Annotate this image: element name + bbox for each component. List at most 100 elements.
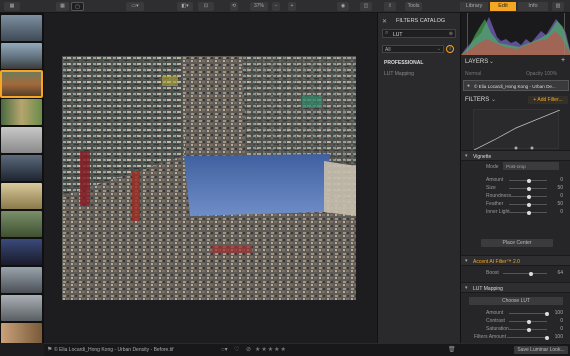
boost-value: 64	[557, 270, 563, 276]
slider-label: Feather	[486, 201, 504, 207]
filters-amount-label: Filters Amount	[474, 334, 506, 340]
star-rating[interactable]: ★★★★★	[255, 346, 287, 353]
layer-visibility-icon[interactable]: ●	[467, 83, 470, 89]
dropdown-value: All	[385, 47, 391, 53]
add-filter-button[interactable]: + Add Filter...	[528, 96, 568, 104]
layer-row[interactable]: ● © Elia Locardi_Hong Kong - Urban De...	[463, 80, 569, 91]
catalog-category-dropdown[interactable]: All ⌄	[382, 45, 444, 53]
filters-amount-slider[interactable]	[507, 335, 549, 340]
choose-lut-dropdown[interactable]: Choose LUT	[469, 297, 563, 305]
slider-label: Roundness	[486, 193, 512, 199]
catalog-item-lut-mapping[interactable]: LUT Mapping	[384, 71, 414, 77]
catalog-search-input[interactable]: ⌕ LUT ⊗	[382, 29, 456, 38]
slider-knob[interactable]	[527, 194, 531, 199]
info-icon[interactable]: i	[446, 45, 454, 53]
chevron-down-icon[interactable]: ⌄	[489, 58, 494, 65]
slider-track[interactable]	[509, 327, 547, 332]
thumbnail[interactable]	[1, 267, 42, 293]
clear-search-icon[interactable]: ⊗	[449, 31, 453, 37]
slider-track[interactable]	[509, 210, 547, 215]
thumbnail[interactable]	[1, 239, 42, 265]
catalog-close-icon[interactable]: ✕	[382, 18, 387, 25]
browse-icon[interactable]: ▦	[4, 2, 20, 11]
slider-value: 0	[560, 318, 563, 324]
image-canvas[interactable]	[44, 13, 377, 343]
slider-track[interactable]	[509, 202, 547, 207]
slider-track[interactable]	[509, 311, 549, 316]
slider-knob[interactable]	[527, 319, 531, 324]
place-center-button[interactable]: Place Center	[481, 239, 553, 247]
tab-info[interactable]: Info	[518, 2, 548, 11]
lut-mapping-header[interactable]: ▾ LUT Mapping	[461, 282, 570, 293]
slider-value: 0	[560, 177, 563, 183]
color-label-icon[interactable]: ○▾	[221, 346, 228, 353]
compare-icon[interactable]: ◧▾	[177, 2, 193, 11]
vignette-mode-label: Mode	[486, 164, 499, 170]
slider-track[interactable]	[509, 194, 547, 199]
thumbnail[interactable]	[1, 155, 42, 181]
flag-icon[interactable]: ⚑	[47, 346, 52, 353]
vignette-header[interactable]: ▾ Vignette	[461, 150, 570, 161]
grid-view-icon[interactable]: ▦	[56, 2, 69, 11]
opacity-value[interactable]: Opacity 100%	[526, 71, 557, 77]
tools-button[interactable]: Tools	[405, 2, 422, 11]
heart-icon[interactable]: ♡	[234, 346, 239, 353]
search-icon: ⌕	[385, 30, 389, 36]
thumbnail[interactable]	[1, 183, 42, 209]
chevron-down-icon: ▾	[465, 153, 468, 159]
slider-track[interactable]	[509, 319, 547, 324]
trash-icon[interactable]: 🗑	[448, 346, 456, 353]
slider-label: Inner Light	[486, 209, 510, 215]
reject-icon[interactable]: ⊘	[246, 346, 251, 353]
slider-track[interactable]	[509, 186, 547, 191]
slider-value: 0	[560, 193, 563, 199]
vignette-mode-select[interactable]: Post-crop	[503, 162, 559, 170]
workspace-icon[interactable]: ▭▾	[126, 2, 144, 11]
slider-track[interactable]	[509, 178, 547, 183]
photo-preview[interactable]	[62, 56, 356, 300]
histogram	[461, 13, 570, 55]
slider-knob[interactable]	[527, 186, 531, 191]
add-layer-icon[interactable]: +	[561, 57, 565, 64]
top-toolbar: ▦ ▦ ▢ ▭▾ ◧▾ ⊡ ⟲ 37% − + ◉ ◫ ⇪ Tools Libr…	[0, 0, 570, 13]
boost-slider[interactable]	[503, 271, 547, 276]
thumbnail[interactable]	[1, 99, 42, 125]
zoom-in-button[interactable]: +	[288, 2, 296, 11]
filters-catalog: FILTERS CATALOG ✕ ⌕ LUT ⊗ All ⌄ i PROFES…	[377, 13, 460, 343]
save-look-button[interactable]: Save Luminar Look...	[514, 346, 568, 354]
thumbnail-selected[interactable]	[0, 70, 43, 98]
preview-eye-icon[interactable]: ◉	[337, 2, 349, 11]
filters-title: FILTERS	[465, 97, 490, 103]
slider-knob[interactable]	[527, 210, 531, 215]
boost-slider-knob[interactable]	[529, 271, 533, 276]
slider-knob[interactable]	[527, 327, 531, 332]
zoom-level[interactable]: 37%	[250, 2, 268, 11]
thumbnail[interactable]	[1, 295, 42, 321]
thumbnail[interactable]	[1, 127, 42, 153]
share-icon[interactable]: ⇪	[384, 2, 396, 11]
slider-knob[interactable]	[527, 178, 531, 183]
single-view-icon[interactable]: ▢	[71, 2, 84, 11]
history-icon[interactable]: ⟲	[230, 2, 238, 11]
search-value: LUT	[393, 31, 403, 38]
thumbnail[interactable]	[1, 211, 42, 237]
curves-graph[interactable]	[473, 109, 561, 151]
slider-label: Amount	[486, 310, 504, 316]
blend-mode-select[interactable]: Normal	[465, 71, 481, 77]
thumbnail[interactable]	[1, 43, 42, 69]
edit-panel: LAYERS ⌄ + Normal Opacity 100% ● © Elia …	[460, 13, 570, 343]
slider-value: 50	[557, 185, 563, 191]
tab-edit[interactable]: Edit	[490, 2, 516, 11]
chevron-down-icon[interactable]: ⌄	[491, 96, 496, 103]
crop-icon[interactable]: ⊡	[198, 2, 214, 11]
compare-split-icon[interactable]: ◫	[360, 2, 372, 11]
accent-ai-title: Accent AI Filter™ 2.0	[473, 258, 520, 265]
slider-knob[interactable]	[527, 202, 531, 207]
sidebar-toggle-icon[interactable]: ▥	[552, 2, 564, 11]
thumbnail[interactable]	[1, 323, 42, 343]
accent-ai-header[interactable]: ▾ Accent AI Filter™ 2.0	[461, 255, 570, 266]
thumbnail[interactable]	[1, 15, 42, 41]
zoom-out-button[interactable]: −	[272, 2, 280, 11]
tab-library[interactable]: Library	[460, 2, 488, 11]
slider-label: Contrast	[486, 318, 505, 324]
